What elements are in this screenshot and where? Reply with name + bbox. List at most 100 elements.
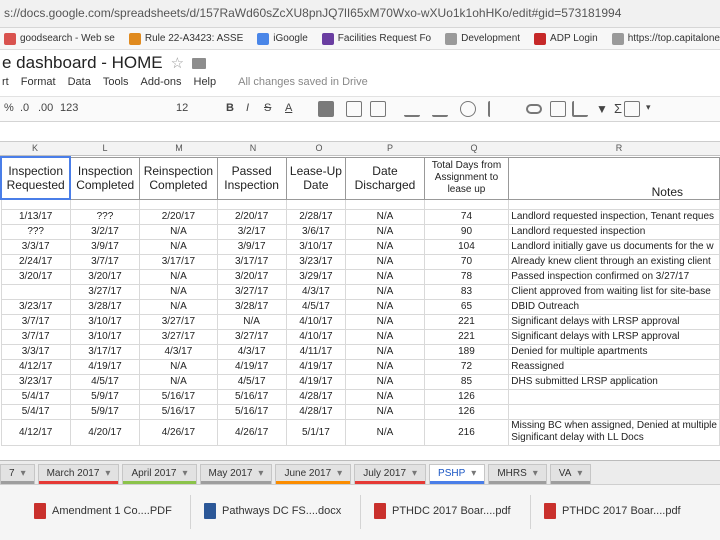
sheet-tab[interactable]: June 2017 ▾ bbox=[275, 464, 352, 484]
table-cell[interactable]: 3/17/17 bbox=[69, 343, 141, 360]
table-cell[interactable]: 4/3/17 bbox=[216, 343, 287, 360]
more-icon[interactable]: ▾ bbox=[646, 102, 651, 113]
table-cell[interactable]: 4/11/17 bbox=[285, 343, 347, 360]
table-cell[interactable]: 189 bbox=[423, 343, 510, 360]
table-cell[interactable]: N/A bbox=[139, 268, 218, 285]
url-text[interactable]: s://docs.google.com/spreadsheets/d/157Ra… bbox=[4, 6, 621, 20]
table-cell[interactable]: 85 bbox=[423, 373, 510, 390]
table-cell[interactable]: N/A bbox=[345, 343, 425, 360]
star-icon[interactable]: ☆ bbox=[171, 54, 184, 72]
table-cell[interactable]: 4/5/17 bbox=[69, 373, 141, 390]
table-cell[interactable] bbox=[345, 198, 425, 210]
table-cell[interactable]: Denied for multiple apartments bbox=[508, 343, 720, 360]
doc-title[interactable]: e dashboard - HOME bbox=[2, 53, 163, 73]
merge-cells-icon[interactable] bbox=[370, 101, 386, 117]
bookmark-rule[interactable]: Rule 22-A3423: ASSE bbox=[128, 32, 243, 45]
table-cell[interactable]: 4/10/17 bbox=[285, 313, 347, 330]
table-cell[interactable] bbox=[285, 198, 347, 210]
table-cell[interactable] bbox=[508, 388, 720, 405]
percent-format-button[interactable]: % bbox=[4, 102, 14, 114]
text-wrap-icon[interactable] bbox=[460, 101, 476, 117]
table-cell[interactable]: 4/5/17 bbox=[285, 298, 347, 315]
column-letter[interactable]: Q bbox=[430, 143, 518, 153]
column-letter[interactable]: K bbox=[0, 143, 70, 153]
font-size-select[interactable]: 12 bbox=[176, 102, 188, 114]
table-cell[interactable]: 3/17/17 bbox=[216, 253, 287, 270]
insert-chart-icon[interactable] bbox=[572, 101, 588, 117]
download-item[interactable]: Pathways DC FS....docx bbox=[204, 503, 341, 519]
menu-data[interactable]: Data bbox=[68, 76, 91, 92]
table-cell[interactable]: 3/27/17 bbox=[139, 313, 218, 330]
table-cell[interactable]: Client approved from waiting list for si… bbox=[508, 283, 720, 300]
table-cell[interactable]: 216 bbox=[423, 418, 510, 446]
table-cell[interactable] bbox=[216, 198, 287, 210]
table-cell[interactable]: N/A bbox=[345, 418, 425, 446]
table-cell[interactable]: 2/20/17 bbox=[216, 208, 287, 225]
table-cell[interactable]: 72 bbox=[423, 358, 510, 375]
table-cell[interactable]: Landlord requested inspection bbox=[508, 223, 720, 240]
column-letter[interactable]: M bbox=[140, 143, 218, 153]
sheet-tab[interactable]: PSHP ▾ bbox=[429, 464, 486, 484]
header-date-discharged[interactable]: Date Discharged bbox=[345, 156, 425, 200]
header-passed-inspection[interactable]: Passed Inspection bbox=[216, 156, 287, 200]
increase-decimal-button[interactable]: .00 bbox=[38, 102, 53, 114]
table-cell[interactable]: 2/28/17 bbox=[285, 208, 347, 225]
table-cell[interactable]: 78 bbox=[423, 268, 510, 285]
table-cell[interactable] bbox=[508, 403, 720, 420]
table-cell[interactable]: 3/2/17 bbox=[216, 223, 287, 240]
functions-icon[interactable]: Σ bbox=[614, 101, 622, 116]
table-cell[interactable]: N/A bbox=[345, 373, 425, 390]
table-cell[interactable]: 4/3/17 bbox=[139, 343, 218, 360]
table-cell[interactable]: Landlord requested inspection, Tenant re… bbox=[508, 208, 720, 225]
functions-menu-icon[interactable] bbox=[624, 101, 640, 117]
table-cell[interactable] bbox=[508, 198, 720, 210]
horizontal-align-icon[interactable] bbox=[404, 101, 420, 117]
table-cell[interactable]: 5/16/17 bbox=[216, 388, 287, 405]
decrease-decimal-button[interactable]: .0 bbox=[20, 102, 29, 114]
insert-link-icon[interactable] bbox=[526, 104, 542, 114]
table-cell[interactable]: 3/23/17 bbox=[285, 253, 347, 270]
table-cell[interactable]: 126 bbox=[423, 403, 510, 420]
browser-address-bar[interactable]: s://docs.google.com/spreadsheets/d/157Ra… bbox=[0, 0, 720, 28]
table-cell[interactable]: 3/7/17 bbox=[0, 313, 71, 330]
table-cell[interactable]: 4/19/17 bbox=[216, 358, 287, 375]
table-cell[interactable]: N/A bbox=[345, 208, 425, 225]
column-letter[interactable]: R bbox=[518, 143, 720, 153]
table-cell[interactable]: 4/5/17 bbox=[216, 373, 287, 390]
download-item[interactable]: PTHDC 2017 Boar....pdf bbox=[374, 503, 511, 519]
table-cell[interactable]: 4/19/17 bbox=[285, 358, 347, 375]
table-cell[interactable]: N/A bbox=[345, 238, 425, 255]
table-cell[interactable]: 4/12/17 bbox=[0, 418, 71, 446]
table-cell[interactable]: 104 bbox=[423, 238, 510, 255]
menu-help[interactable]: Help bbox=[194, 76, 217, 92]
table-cell[interactable]: 4/12/17 bbox=[0, 358, 71, 375]
fill-color-icon[interactable] bbox=[318, 101, 334, 117]
table-cell[interactable]: N/A bbox=[139, 358, 218, 375]
table-cell[interactable]: ??? bbox=[0, 223, 71, 240]
table-cell[interactable]: 65 bbox=[423, 298, 510, 315]
sheet-tab[interactable]: March 2017 ▾ bbox=[37, 464, 120, 484]
table-cell[interactable]: DHS submitted LRSP application bbox=[508, 373, 720, 390]
table-cell[interactable]: 3/17/17 bbox=[139, 253, 218, 270]
table-cell[interactable]: 1/13/17 bbox=[0, 208, 71, 225]
table-cell[interactable]: 3/20/17 bbox=[69, 268, 141, 285]
table-cell[interactable]: 3/3/17 bbox=[0, 343, 71, 360]
table-cell[interactable]: 221 bbox=[423, 313, 510, 330]
column-letter[interactable]: N bbox=[218, 143, 288, 153]
table-cell[interactable]: N/A bbox=[139, 223, 218, 240]
table-cell[interactable]: 3/9/17 bbox=[216, 238, 287, 255]
table-cell[interactable]: 3/3/17 bbox=[0, 238, 71, 255]
table-cell[interactable]: N/A bbox=[345, 313, 425, 330]
sheet-tab[interactable]: July 2017 ▾ bbox=[354, 464, 427, 484]
table-cell[interactable] bbox=[139, 198, 218, 210]
table-cell[interactable]: N/A bbox=[345, 223, 425, 240]
menu-addons[interactable]: Add-ons bbox=[141, 76, 182, 92]
bookmark-facilities[interactable]: Facilities Request Fo bbox=[321, 32, 431, 45]
table-cell[interactable]: Missing BC when assigned, Denied at mult… bbox=[508, 418, 720, 446]
table-cell[interactable]: 3/6/17 bbox=[285, 223, 347, 240]
italic-button[interactable]: I bbox=[246, 102, 249, 114]
download-item[interactable]: PTHDC 2017 Boar....pdf bbox=[544, 503, 681, 519]
table-cell[interactable]: 5/4/17 bbox=[0, 403, 71, 420]
table-cell[interactable]: Passed inspection confirmed on 3/27/17 bbox=[508, 268, 720, 285]
sheet-tab[interactable]: May 2017 ▾ bbox=[199, 464, 273, 484]
